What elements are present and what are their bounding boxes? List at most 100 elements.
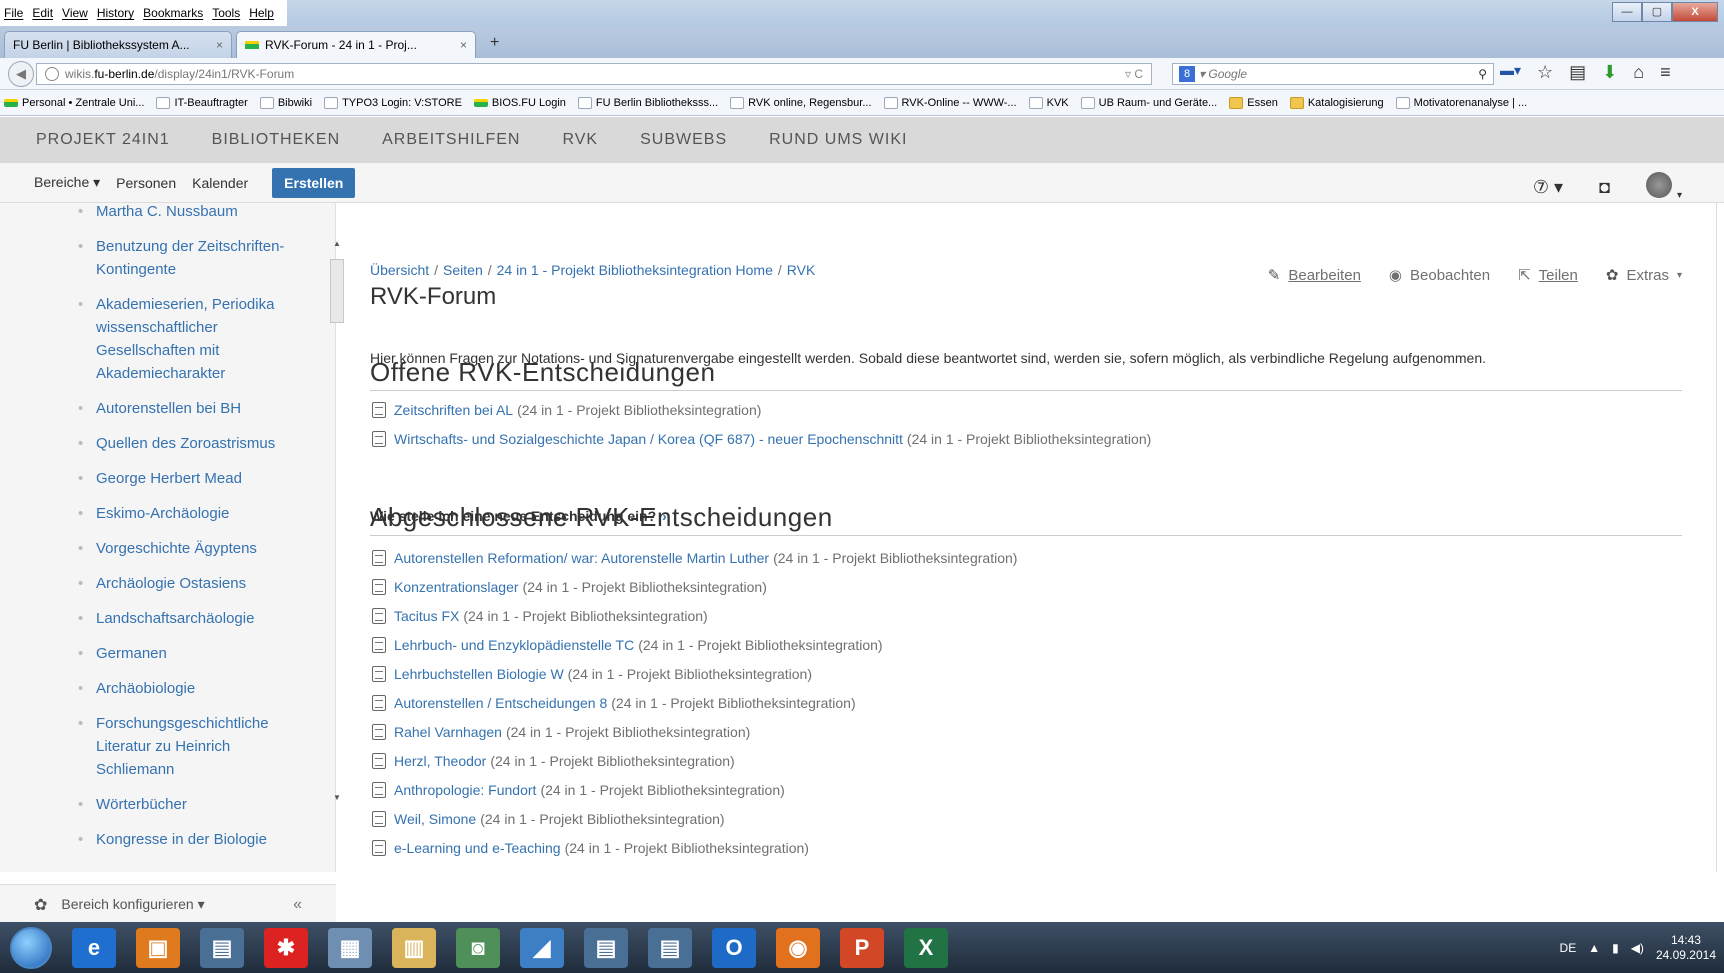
notifications-icon[interactable]: ◘ (1599, 177, 1610, 198)
app-red-taskbar-icon[interactable]: ✱ (264, 927, 308, 968)
sidebar-page-link[interactable]: Akademieserien, Periodika wissenschaftli… (78, 293, 306, 385)
app-window-3-taskbar-icon[interactable]: ▤ (648, 927, 692, 968)
sidebar-page-link[interactable]: Germanen (78, 642, 306, 665)
calculator-taskbar-icon[interactable]: ▦ (328, 927, 372, 968)
extras-menu[interactable]: ✿ Extras ▾ (1606, 266, 1682, 285)
edit-button[interactable]: ✎ Bearbeiten (1268, 266, 1361, 285)
language-indicator[interactable]: DE (1560, 941, 1577, 955)
page-link[interactable]: Konzentrationslager (394, 579, 519, 595)
page-link[interactable]: Zeitschriften bei AL (394, 402, 513, 418)
sidebar-page-link[interactable]: George Herbert Mead (78, 467, 306, 490)
bookmark-item[interactable]: BIOS.FU Login (473, 97, 566, 109)
close-tab-icon[interactable]: × (216, 38, 223, 52)
share-button[interactable]: ⇱ Teilen (1518, 266, 1578, 285)
sidebar-page-link[interactable]: Martha C. Nussbaum (78, 203, 306, 223)
bereiche-menu[interactable]: Bereiche ▾ (34, 174, 100, 191)
breadcrumb-seiten[interactable]: Seiten (443, 262, 483, 278)
scroll-down-icon[interactable]: ▼ (333, 793, 341, 802)
bookmark-star-icon[interactable]: ☆ (1537, 62, 1553, 83)
space-nav-subwebs[interactable]: SUBWEBS (640, 131, 727, 149)
url-bar[interactable]: wikis. fu-berlin.de/display/24in1/RVK-For… (36, 63, 1152, 85)
explorer-taskbar-icon[interactable]: ▥ (392, 927, 436, 968)
page-link[interactable]: Rahel Varnhagen (394, 724, 502, 740)
page-link[interactable]: Lehrbuch- und Enzyklopädienstelle TC (394, 637, 634, 653)
bookmark-item[interactable]: Personal • Zentrale Uni... (4, 97, 144, 109)
close-window-button[interactable]: X (1672, 2, 1718, 22)
space-nav-bibliotheken[interactable]: BIBLIOTHEKEN (212, 131, 340, 149)
bookmarks-list-icon[interactable]: ▤ (1569, 62, 1586, 83)
powerpoint-taskbar-icon[interactable]: P (840, 927, 884, 968)
flag-menu-icon[interactable]: ▬▾ (1500, 62, 1521, 83)
bookmark-item[interactable]: KVK (1028, 96, 1069, 109)
clock[interactable]: 14:43 24.09.2014 (1656, 933, 1716, 963)
bookmark-item[interactable]: Essen (1229, 96, 1278, 109)
sidebar-page-link[interactable]: Archäologie Ostasiens (78, 572, 306, 595)
app-window-taskbar-icon[interactable]: ▤ (200, 927, 244, 968)
bookmark-item[interactable]: Katalogisierung (1289, 96, 1384, 109)
hamburger-menu-icon[interactable]: ≡ (1660, 62, 1671, 83)
page-link[interactable]: Tacitus FX (394, 608, 459, 624)
sidebar-page-link[interactable]: Vorgeschichte Ägyptens (78, 537, 306, 560)
page-link[interactable]: Lehrbuchstellen Biologie W (394, 666, 564, 682)
sidebar-page-link[interactable]: Eskimo-Archäologie (78, 502, 306, 525)
close-tab-icon[interactable]: × (460, 38, 467, 52)
menu-history[interactable]: History (97, 6, 134, 20)
page-link[interactable]: Autorenstellen Reformation/ war: Autoren… (394, 550, 769, 566)
home-icon[interactable]: ⌂ (1633, 62, 1644, 83)
outlook-taskbar-icon[interactable]: O (712, 927, 756, 968)
bookmark-item[interactable]: Bibwiki (259, 96, 312, 109)
page-link[interactable]: Wirtschafts- und Sozialgeschichte Japan … (394, 431, 903, 447)
configure-space-link[interactable]: Bereich konfigurieren ▾ (61, 896, 204, 913)
app-green-taskbar-icon[interactable]: ◙ (456, 927, 500, 968)
user-menu[interactable]: ▾ (1645, 172, 1682, 203)
tab-rvk-forum[interactable]: RVK-Forum - 24 in 1 - Proj... × (236, 31, 476, 58)
search-bar[interactable]: 8 ▾ Google ⚲ (1172, 63, 1494, 85)
space-nav-rund-ums-wiki[interactable]: RUND UMS WIKI (769, 131, 907, 149)
app-window-2-taskbar-icon[interactable]: ▤ (584, 927, 628, 968)
page-link[interactable]: Weil, Simone (394, 811, 476, 827)
sidebar-page-link[interactable]: Forschungsgeschichtliche Literatur zu He… (78, 712, 306, 781)
page-scrollbar[interactable] (1716, 203, 1724, 872)
bookmark-item[interactable]: UB Raum- und Geräte... (1080, 96, 1217, 109)
page-link[interactable]: Anthropologie: Fundort (394, 782, 536, 798)
menu-file[interactable]: File (4, 6, 23, 20)
firefox-taskbar-icon[interactable]: ◉ (776, 927, 820, 968)
kalender-link[interactable]: Kalender (192, 175, 248, 191)
breadcrumb-uebersicht[interactable]: Übersicht (370, 262, 429, 278)
app-blue-taskbar-icon[interactable]: ◢ (520, 927, 564, 968)
page-link[interactable]: Autorenstellen / Entscheidungen 8 (394, 695, 607, 711)
app-orange-taskbar-icon[interactable]: ▣ (136, 927, 180, 968)
watch-button[interactable]: ◉ Beobachten (1389, 266, 1490, 285)
download-icon[interactable]: ⬇ (1602, 62, 1617, 83)
bookmark-item[interactable]: TYPO3 Login: V:STORE (324, 96, 462, 109)
reload-icon[interactable]: ▿ C (1125, 67, 1143, 81)
excel-taskbar-icon[interactable]: X (904, 927, 948, 968)
menu-view[interactable]: View (62, 6, 88, 20)
breadcrumb-home[interactable]: 24 in 1 - Projekt Bibliotheksintegration… (497, 262, 773, 278)
sidebar-page-link[interactable]: Quellen des Zoroastrismus (78, 432, 306, 455)
network-icon[interactable]: ▮ (1612, 941, 1619, 955)
sidebar-page-link[interactable]: Kongresse in der Biologie (78, 828, 306, 851)
sidebar-scrollbar[interactable]: ▲ ▼ (330, 203, 346, 872)
scroll-up-icon[interactable]: ▲ (333, 239, 341, 248)
search-icon[interactable]: ⚲ (1478, 67, 1487, 81)
menu-help[interactable]: Help (249, 6, 274, 20)
internet-explorer-taskbar-icon[interactable]: e (72, 927, 116, 968)
sidebar-page-link[interactable]: Landschaftsarchäologie (78, 607, 306, 630)
create-button[interactable]: Erstellen (272, 167, 356, 198)
sidebar-page-link[interactable]: Autorenstellen bei BH (78, 397, 306, 420)
search-engine-icon[interactable]: 8 (1179, 66, 1195, 82)
bookmark-item[interactable]: Motivatorenanalyse | ... (1395, 96, 1527, 109)
bookmark-item[interactable]: FU Berlin Bibliotheksss... (577, 96, 718, 109)
space-nav-projekt[interactable]: PROJEKT 24IN1 (36, 131, 170, 149)
volume-icon[interactable]: ◀) (1631, 941, 1644, 955)
sidebar-page-link[interactable]: Wörterbücher (78, 793, 306, 816)
sidebar-page-link[interactable]: Benutzung der Zeitschriften-Kontingente (78, 235, 306, 281)
scrollbar-thumb[interactable] (330, 259, 344, 323)
tab-fu-berlin[interactable]: FU Berlin | Bibliothekssystem A... × (4, 31, 232, 58)
new-tab-button[interactable]: + (490, 34, 499, 52)
collapse-sidebar-icon[interactable]: « (293, 896, 302, 914)
breadcrumb-rvk[interactable]: RVK (787, 262, 816, 278)
page-link[interactable]: Herzl, Theodor (394, 753, 486, 769)
space-nav-arbeitshilfen[interactable]: ARBEITSHILFEN (382, 131, 520, 149)
